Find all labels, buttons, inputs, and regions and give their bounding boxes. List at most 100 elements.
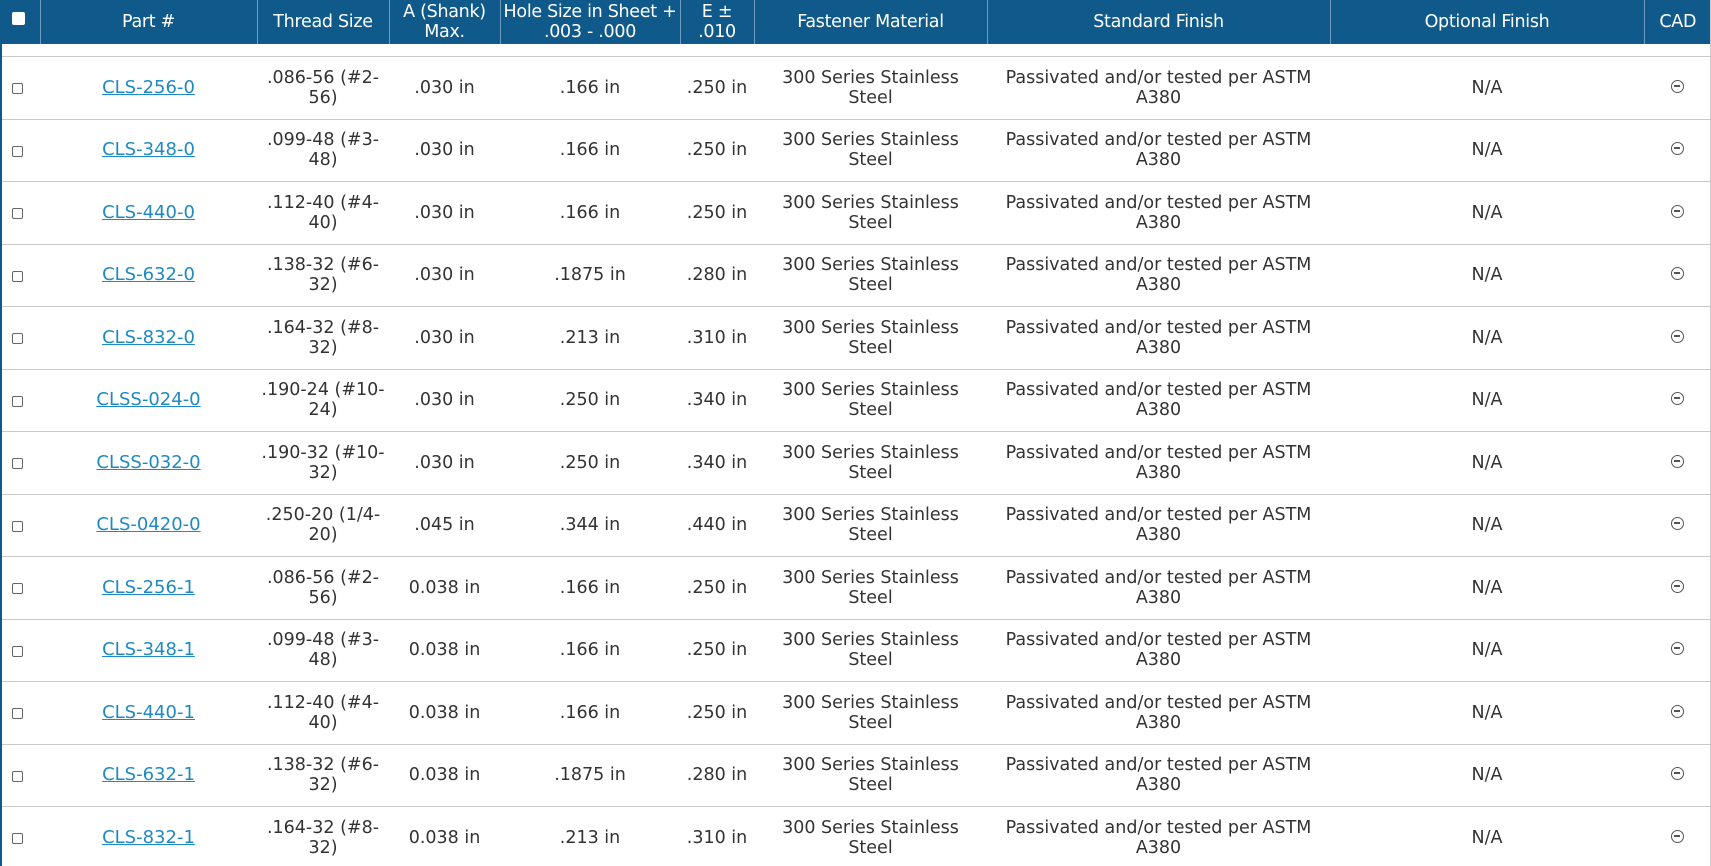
cad-icon[interactable] — [1671, 704, 1684, 718]
shank-max-cell: 0.038 in — [389, 619, 500, 682]
header-standard-finish[interactable]: Standard Finish — [987, 0, 1331, 44]
row-select-cell — [0, 56, 40, 120]
part-number-link[interactable]: CLSS-032-0 — [96, 452, 200, 473]
row-checkbox[interactable] — [12, 458, 23, 469]
standard-finish-cell: Passivated and/or tested per ASTM A380 — [987, 244, 1330, 307]
table-row: CLS-632-1 .138-32 (#6-32) 0.038 in .1875 in… — [0, 744, 1711, 807]
hole-size-cell: .250 in — [500, 369, 680, 432]
row-checkbox[interactable] — [12, 708, 23, 719]
thread-size-cell: .112-40 (#4-40) — [257, 181, 389, 245]
row-checkbox[interactable] — [12, 270, 23, 282]
row-checkbox[interactable] — [12, 208, 23, 219]
hole-size-cell: .1875 in — [500, 744, 680, 807]
row-select-cell — [0, 306, 40, 370]
shank-max-cell: .030 in — [389, 181, 500, 245]
optional-finish-cell: N/A — [1330, 494, 1644, 557]
part-number-link[interactable]: CLS-256-1 — [102, 577, 195, 598]
cad-icon[interactable] — [1671, 329, 1684, 343]
header-cad[interactable]: CAD — [1644, 0, 1711, 44]
optional-finish-cell: N/A — [1330, 744, 1644, 807]
table-row: CLS-256-1 .086-56 (#2-56) 0.038 in .166 in.… — [0, 556, 1711, 620]
shank-max-cell: 0.038 in — [389, 744, 500, 807]
header-hole-size[interactable]: Hole Size in Sheet + .003 - .000 — [500, 0, 681, 44]
row-select-cell — [0, 119, 40, 182]
standard-finish-cell: Passivated and/or tested per ASTM A380 — [987, 431, 1330, 495]
row-select-cell — [0, 431, 40, 495]
table-header-row: Part # Thread Size A (Shank) Max. Hole S… — [0, 0, 1711, 44]
select-all-checkbox[interactable] — [12, 12, 25, 25]
part-number-link[interactable]: CLS-632-1 — [102, 764, 195, 785]
part-number-cell: CLS-832-0 — [40, 306, 257, 370]
header-optional-finish[interactable]: Optional Finish — [1330, 0, 1645, 44]
part-number-link[interactable]: CLS-348-1 — [102, 639, 195, 660]
part-number-link[interactable]: CLSS-024-0 — [96, 389, 200, 410]
cad-icon[interactable] — [1671, 142, 1684, 156]
part-number-link[interactable]: CLS-832-1 — [102, 827, 195, 848]
cad-icon[interactable] — [1671, 517, 1684, 531]
table-body: CLS-256-0.086-56 (#2-56) .030 in .166 in .2… — [0, 44, 1711, 866]
row-checkbox[interactable] — [12, 333, 23, 344]
thread-size-cell: .164-32 (#8-32) — [257, 306, 389, 370]
part-number-cell: CLS-632-1 — [40, 744, 257, 807]
part-number-link[interactable]: CLS-0420-0 — [96, 514, 200, 535]
optional-finish-cell: N/A — [1330, 306, 1644, 370]
part-number-link[interactable]: CLS-440-0 — [102, 202, 195, 223]
row-checkbox[interactable] — [12, 520, 23, 532]
table-row: CLSS-024-0 .190-24 (#10-24) .030 in .250 in… — [0, 369, 1711, 432]
cad-icon[interactable] — [1671, 829, 1684, 843]
fastener-material-cell: 300 Series Stainless Steel — [754, 556, 987, 620]
part-number-cell: CLS-256-1 — [40, 556, 257, 620]
e-tolerance-cell: .250 in — [680, 556, 754, 620]
standard-finish-cell: Passivated and/or tested per ASTM A380 — [987, 494, 1330, 557]
standard-finish-cell: Passivated and/or tested per ASTM A380 — [987, 369, 1330, 432]
cad-icon[interactable] — [1671, 204, 1684, 218]
cad-icon[interactable] — [1671, 79, 1684, 93]
cad-icon[interactable] — [1671, 267, 1684, 281]
part-number-cell: CLSS-024-0 — [40, 369, 257, 432]
header-e-tolerance[interactable]: E ± .010 — [680, 0, 755, 44]
e-tolerance-cell: .310 in — [680, 306, 754, 370]
header-thread-size[interactable]: Thread Size — [257, 0, 390, 44]
part-number-link[interactable]: CLS-832-0 — [102, 327, 195, 348]
cad-icon[interactable] — [1671, 767, 1684, 781]
part-number-link[interactable]: CLS-632-0 — [102, 264, 195, 285]
optional-finish-cell: N/A — [1330, 244, 1644, 307]
row-checkbox[interactable] — [12, 770, 23, 782]
thread-size-cell: .138-32 (#6-32) — [257, 744, 389, 807]
hole-size-cell: .213 in — [500, 806, 680, 866]
e-tolerance-cell: .280 in — [680, 244, 754, 307]
fastener-material-cell: 300 Series Stainless Steel — [754, 806, 987, 866]
cad-icon[interactable] — [1671, 392, 1684, 406]
table-row: CLS-832-1 .164-32 (#8-32) 0.038 in .213 in.… — [0, 806, 1711, 866]
row-checkbox[interactable] — [12, 645, 23, 657]
part-number-cell: CLS-440-0 — [40, 181, 257, 245]
part-number-link[interactable]: CLS-256-0 — [102, 77, 195, 98]
part-number-cell: CLS-348-0 — [40, 119, 257, 182]
row-checkbox[interactable] — [12, 583, 23, 594]
row-checkbox[interactable] — [12, 83, 23, 94]
thread-size-cell: .138-32 (#6-32) — [257, 244, 389, 307]
header-shank-max[interactable]: A (Shank) Max. — [389, 0, 501, 44]
row-checkbox[interactable] — [12, 145, 23, 157]
cad-cell — [1644, 181, 1711, 245]
shank-max-cell: .045 in — [389, 494, 500, 557]
cad-cell — [1644, 744, 1711, 807]
standard-finish-cell: Passivated and/or tested per ASTM A380 — [987, 181, 1330, 245]
cad-icon[interactable] — [1671, 579, 1684, 593]
part-number-link[interactable]: CLS-440-1 — [102, 702, 195, 723]
header-part-number[interactable]: Part # — [40, 0, 258, 44]
cad-icon[interactable] — [1671, 454, 1684, 468]
fastener-material-cell: 300 Series Stainless Steel — [754, 181, 987, 245]
header-fastener-material[interactable]: Fastener Material — [754, 0, 988, 44]
table-row: CLS-632-0 .138-32 (#6-32) .030 in .1875 in.… — [0, 244, 1711, 307]
cad-cell — [1644, 431, 1711, 495]
part-number-cell: CLS-632-0 — [40, 244, 257, 307]
part-number-link[interactable]: CLS-348-0 — [102, 139, 195, 160]
optional-finish-cell: N/A — [1330, 431, 1644, 495]
cad-icon[interactable] — [1671, 642, 1684, 656]
part-number-cell: CLS-348-1 — [40, 619, 257, 682]
row-checkbox[interactable] — [12, 833, 23, 844]
fastener-material-cell: 300 Series Stainless Steel — [754, 431, 987, 495]
row-checkbox[interactable] — [12, 395, 23, 407]
row-select-cell — [0, 369, 40, 432]
